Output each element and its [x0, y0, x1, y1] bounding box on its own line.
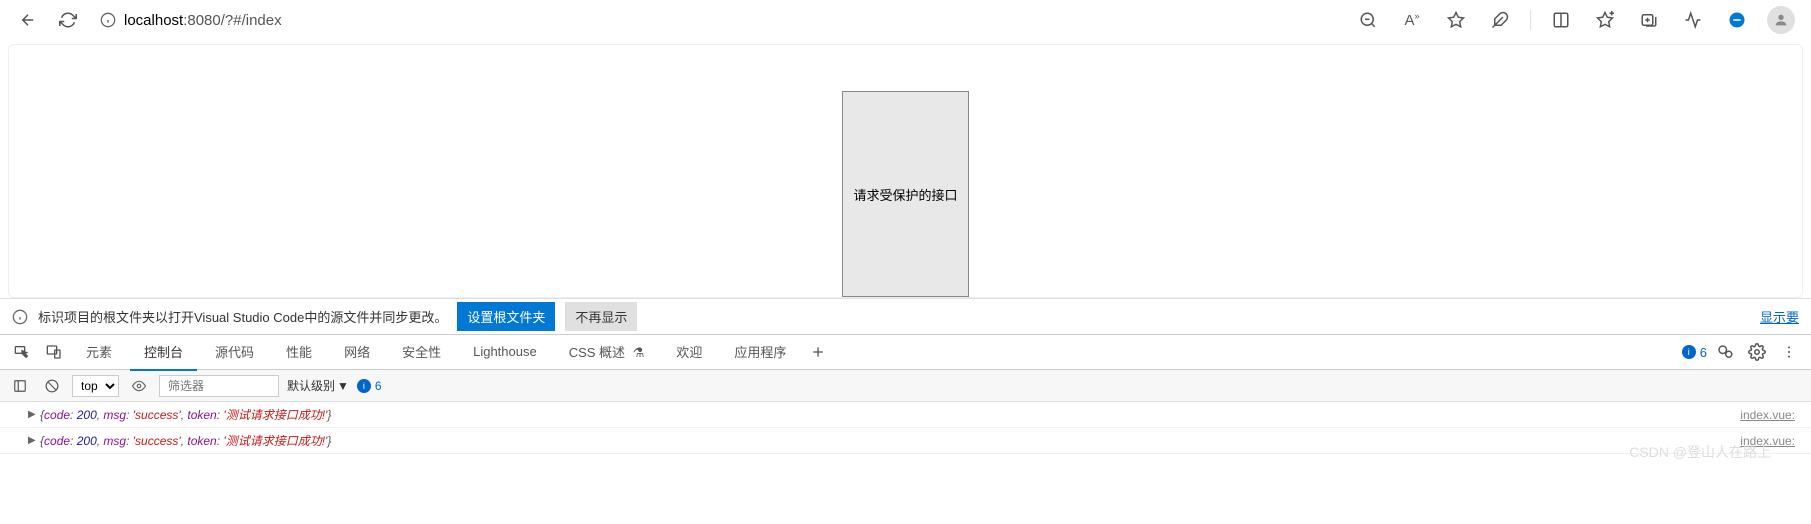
issue-dot-icon: i: [357, 379, 371, 393]
refresh-button[interactable]: [52, 4, 84, 36]
url-text: localhost:8080/?#/index: [124, 12, 282, 29]
browser-actions: A»: [1350, 2, 1799, 38]
performance-icon[interactable]: [1675, 2, 1711, 38]
tab-elements[interactable]: 元素: [72, 334, 126, 371]
source-link[interactable]: index.vue:: [1740, 434, 1803, 448]
collections-icon[interactable]: [1631, 2, 1667, 38]
tab-application[interactable]: 应用程序: [720, 334, 800, 371]
divider: [1530, 10, 1531, 30]
tab-lighthouse[interactable]: Lighthouse: [459, 336, 551, 369]
show-link[interactable]: 显示要: [1760, 307, 1799, 326]
chevron-down-icon: ▼: [337, 379, 349, 393]
more-icon[interactable]: [1775, 338, 1803, 366]
console-object: {code: 200, msg: 'success', token: '测试请求…: [40, 432, 331, 449]
beaker-icon: ⚗: [633, 345, 645, 360]
sidebar-toggle-icon[interactable]: [8, 374, 32, 398]
filter-input[interactable]: [159, 375, 279, 397]
extensions-icon[interactable]: [1482, 2, 1518, 38]
console-output: ▶ {code: 200, msg: 'success', token: '测试…: [0, 402, 1811, 454]
device-toggle-icon[interactable]: [40, 338, 68, 366]
inspect-element-icon[interactable]: [8, 338, 36, 366]
tab-performance[interactable]: 性能: [272, 334, 326, 371]
back-button[interactable]: [12, 4, 44, 36]
console-issues-link[interactable]: i6: [357, 379, 382, 393]
tab-css-overview[interactable]: CSS 概述 ⚗: [555, 334, 659, 371]
source-link[interactable]: index.vue:: [1740, 408, 1803, 422]
console-message[interactable]: ▶ {code: 200, msg: 'success', token: '测试…: [0, 428, 1811, 454]
site-info-icon[interactable]: [100, 12, 116, 28]
favorites-bar-icon[interactable]: [1587, 2, 1623, 38]
live-expression-icon[interactable]: [127, 374, 151, 398]
context-selector[interactable]: top: [72, 375, 119, 397]
clear-console-icon[interactable]: [40, 374, 64, 398]
info-icon: [12, 309, 28, 325]
tab-sources[interactable]: 源代码: [201, 334, 268, 371]
expand-arrow-icon[interactable]: ▶: [28, 435, 36, 446]
read-aloud-icon[interactable]: A»: [1394, 2, 1430, 38]
split-screen-icon[interactable]: [1543, 2, 1579, 38]
tab-security[interactable]: 安全性: [388, 334, 455, 371]
favorite-icon[interactable]: [1438, 2, 1474, 38]
issue-dot-icon: i: [1682, 345, 1696, 359]
issues-indicator[interactable]: i6: [1682, 345, 1707, 360]
log-level-selector[interactable]: 默认级别 ▼: [287, 377, 349, 394]
devtools-infobar: 标识项目的根文件夹以打开Visual Studio Code中的源文件并同步更改…: [0, 298, 1811, 334]
console-toolbar: top 默认级别 ▼ i6: [0, 370, 1811, 402]
console-object: {code: 200, msg: 'success', token: '测试请求…: [40, 406, 331, 423]
tab-console[interactable]: 控制台: [130, 334, 197, 371]
profile-button[interactable]: [1763, 2, 1799, 38]
console-message[interactable]: ▶ {code: 200, msg: 'success', token: '测试…: [0, 402, 1811, 428]
tab-welcome[interactable]: 欢迎: [662, 334, 716, 371]
expand-arrow-icon[interactable]: ▶: [28, 409, 36, 420]
dismiss-button[interactable]: 不再显示: [565, 302, 637, 331]
devtools-tabbar: 元素 控制台 源代码 性能 网络 安全性 Lighthouse CSS 概述 ⚗…: [0, 334, 1811, 370]
address-bar[interactable]: localhost:8080/?#/index: [92, 4, 1342, 36]
page-viewport: 请求受保护的接口: [8, 44, 1803, 298]
add-tab-icon[interactable]: [804, 338, 832, 366]
settings-icon[interactable]: [1743, 338, 1771, 366]
infobar-message: 标识项目的根文件夹以打开Visual Studio Code中的源文件并同步更改…: [38, 307, 447, 326]
protected-api-button[interactable]: 请求受保护的接口: [842, 91, 968, 297]
tab-network[interactable]: 网络: [330, 334, 384, 371]
zoom-out-icon[interactable]: [1350, 2, 1386, 38]
feedback-icon[interactable]: [1711, 338, 1739, 366]
avatar-icon: [1767, 6, 1795, 34]
browser-toolbar: localhost:8080/?#/index A»: [0, 0, 1811, 40]
set-root-folder-button[interactable]: 设置根文件夹: [457, 302, 555, 331]
ie-mode-icon[interactable]: [1719, 2, 1755, 38]
